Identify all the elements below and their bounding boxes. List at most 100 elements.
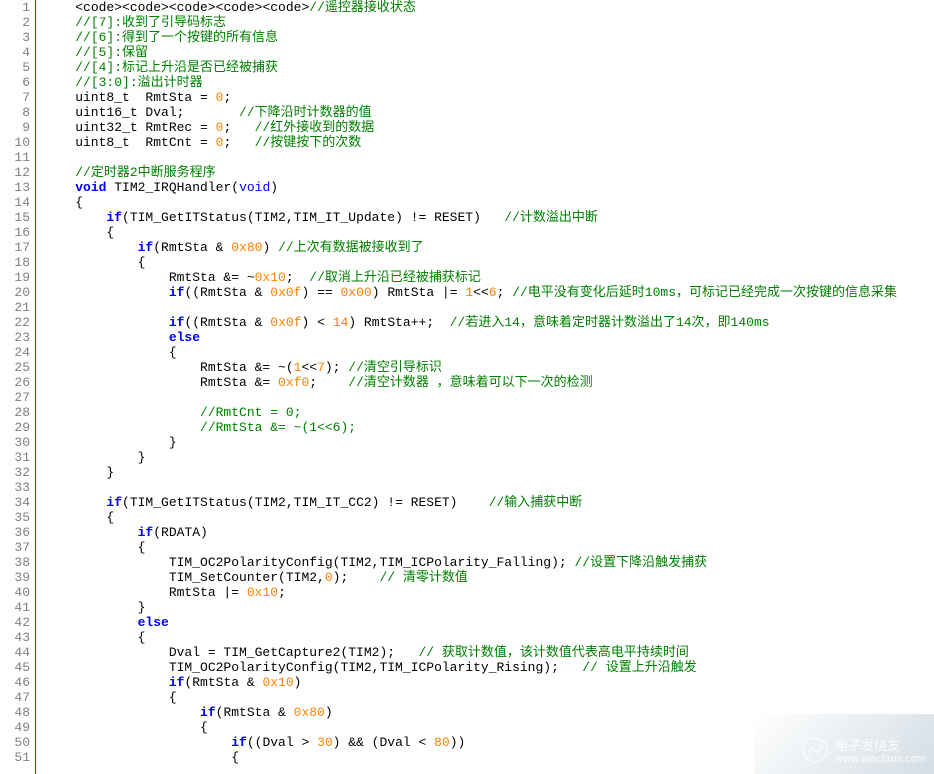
line-number: 16 bbox=[0, 225, 30, 240]
line-number: 7 bbox=[0, 90, 30, 105]
code-token: TIM_SetCounter(TIM2, bbox=[44, 570, 325, 585]
code-editor: 1234567891011121314151617181920212223242… bbox=[0, 0, 934, 774]
code-token: ) RmtSta++; bbox=[348, 315, 449, 330]
code-line: else bbox=[44, 615, 897, 630]
line-number: 24 bbox=[0, 345, 30, 360]
code-token: 80 bbox=[434, 735, 450, 750]
line-number: 15 bbox=[0, 210, 30, 225]
code-token: 0 bbox=[325, 570, 333, 585]
code-line: uint32_t RmtRec = 0; //红外接收到的数据 bbox=[44, 120, 897, 135]
code-token: 0x0f bbox=[270, 285, 301, 300]
code-token: if bbox=[138, 240, 154, 255]
code-token: ; bbox=[286, 270, 309, 285]
code-token: (RDATA) bbox=[153, 525, 208, 540]
code-token: } bbox=[44, 450, 145, 465]
code-token bbox=[44, 210, 106, 225]
line-number: 5 bbox=[0, 60, 30, 75]
code-line: if((RmtSta & 0x0f) == 0x00) RmtSta |= 1<… bbox=[44, 285, 897, 300]
code-token: 0x10 bbox=[255, 270, 286, 285]
code-token: ; bbox=[223, 120, 254, 135]
code-line: <code><code><code><code><code>//遥控器接收状态 bbox=[44, 0, 897, 15]
code-token: { bbox=[44, 345, 177, 360]
line-number: 12 bbox=[0, 165, 30, 180]
code-token: if bbox=[106, 495, 122, 510]
code-token: << bbox=[301, 360, 317, 375]
code-token: ); bbox=[333, 570, 380, 585]
code-line: if(TIM_GetITStatus(TIM2,TIM_IT_CC2) != R… bbox=[44, 495, 897, 510]
code-line: { bbox=[44, 195, 897, 210]
watermark: 电子发烧友 www.elecfans.com bbox=[801, 736, 926, 768]
code-token: //上次有数据被接收到了 bbox=[278, 240, 424, 255]
code-token: << bbox=[473, 285, 489, 300]
code-line: //定时器2中断服务程序 bbox=[44, 165, 897, 180]
line-number: 37 bbox=[0, 540, 30, 555]
code-token bbox=[44, 675, 169, 690]
code-line: TIM_OC2PolarityConfig(TIM2,TIM_ICPolarit… bbox=[44, 555, 897, 570]
line-number: 22 bbox=[0, 315, 30, 330]
line-number: 23 bbox=[0, 330, 30, 345]
line-number: 42 bbox=[0, 615, 30, 630]
code-token bbox=[44, 60, 75, 75]
code-area: <code><code><code><code><code>//遥控器接收状态 … bbox=[36, 0, 897, 774]
line-number: 40 bbox=[0, 585, 30, 600]
code-token: (RmtSta & bbox=[216, 705, 294, 720]
line-number-gutter: 1234567891011121314151617181920212223242… bbox=[0, 0, 36, 774]
code-token: ) && (Dval < bbox=[333, 735, 434, 750]
code-token: 7 bbox=[317, 360, 325, 375]
code-line: uint16_t Dval; //下降沿时计数器的值 bbox=[44, 105, 897, 120]
code-token: //定时器2中断服务程序 bbox=[75, 165, 215, 180]
code-token: TIM_OC2PolarityConfig(TIM2,TIM_ICPolarit… bbox=[44, 660, 582, 675]
code-line: else bbox=[44, 330, 897, 345]
code-line: } bbox=[44, 600, 897, 615]
code-line: { bbox=[44, 630, 897, 645]
code-token: // 获取计数值，该计数值代表高电平持续时间 bbox=[418, 645, 688, 660]
code-token: TIM2_IRQHandler( bbox=[106, 180, 239, 195]
code-line: { bbox=[44, 690, 897, 705]
code-token: // 设置上升沿触发 bbox=[582, 660, 696, 675]
code-token: ) bbox=[270, 180, 278, 195]
code-token: if bbox=[169, 315, 185, 330]
code-token: (RmtSta & bbox=[153, 240, 231, 255]
code-token: ; bbox=[223, 135, 254, 150]
line-number: 11 bbox=[0, 150, 30, 165]
code-token: { bbox=[44, 630, 145, 645]
code-line: RmtSta |= 0x10; bbox=[44, 585, 897, 600]
line-number: 14 bbox=[0, 195, 30, 210]
code-token: ; bbox=[223, 90, 231, 105]
code-token: uint16_t Dval; bbox=[44, 105, 239, 120]
code-token: { bbox=[44, 195, 83, 210]
code-token: (TIM_GetITStatus(TIM2,TIM_IT_CC2) != RES… bbox=[122, 495, 489, 510]
code-token: <code><code><code><code><code> bbox=[75, 0, 309, 15]
code-line: //[5]:保留 bbox=[44, 45, 897, 60]
code-token bbox=[44, 240, 138, 255]
code-token bbox=[44, 735, 231, 750]
code-token: (TIM_GetITStatus(TIM2,TIM_IT_Update) != … bbox=[122, 210, 504, 225]
code-line: RmtSta &= ~(1<<7); //清空引导标识 bbox=[44, 360, 897, 375]
line-number: 50 bbox=[0, 735, 30, 750]
code-token: else bbox=[169, 330, 200, 345]
line-number: 34 bbox=[0, 495, 30, 510]
line-number: 25 bbox=[0, 360, 30, 375]
code-token: ; bbox=[278, 585, 286, 600]
code-token: ); bbox=[325, 360, 348, 375]
code-token: 1 bbox=[465, 285, 473, 300]
line-number: 3 bbox=[0, 30, 30, 45]
code-token: // 清零计数值 bbox=[379, 570, 467, 585]
code-token: //计数溢出中断 bbox=[504, 210, 598, 225]
code-line: if((RmtSta & 0x0f) < 14) RmtSta++; //若进入… bbox=[44, 315, 897, 330]
code-line: //[3:0]:溢出计时器 bbox=[44, 75, 897, 90]
code-token bbox=[44, 75, 75, 90]
code-token: //红外接收到的数据 bbox=[255, 120, 375, 135]
code-token: } bbox=[44, 600, 145, 615]
code-line: { bbox=[44, 540, 897, 555]
code-token bbox=[44, 0, 75, 15]
code-token: if bbox=[106, 210, 122, 225]
logo-icon bbox=[801, 736, 829, 768]
code-token: //电平没有变化后延时10ms，可标记已经完成一次按键的信息采集 bbox=[512, 285, 897, 300]
line-number: 18 bbox=[0, 255, 30, 270]
line-number: 49 bbox=[0, 720, 30, 735]
code-line: TIM_OC2PolarityConfig(TIM2,TIM_ICPolarit… bbox=[44, 660, 897, 675]
line-number: 6 bbox=[0, 75, 30, 90]
code-token: ((RmtSta & bbox=[184, 315, 270, 330]
line-number: 1 bbox=[0, 0, 30, 15]
